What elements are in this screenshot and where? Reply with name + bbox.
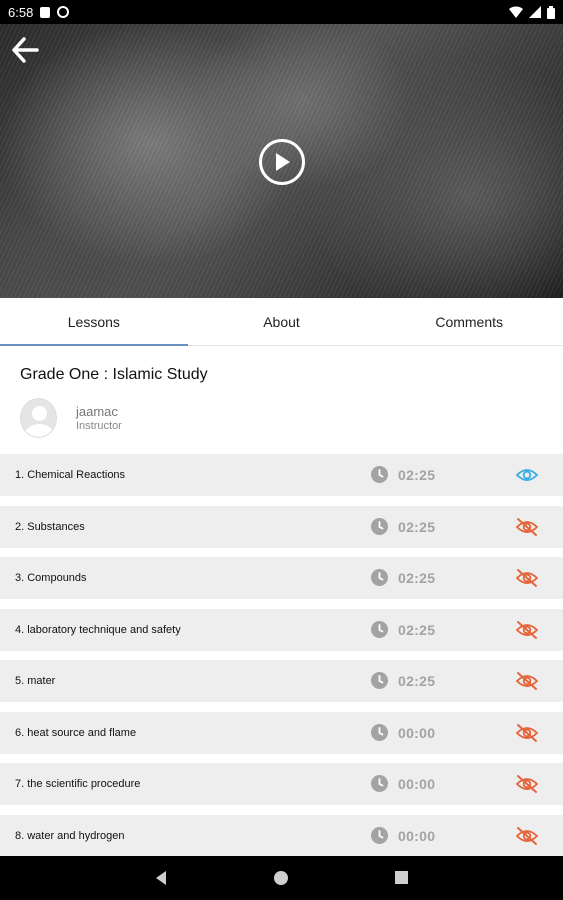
- lesson-row[interactable]: 2. Substances 02:25: [0, 505, 563, 548]
- lesson-title: 7. the scientific procedure: [15, 778, 141, 790]
- tab-about[interactable]: About: [188, 298, 376, 345]
- play-button[interactable]: [259, 139, 305, 185]
- lesson-row[interactable]: 8. water and hydrogen 00:00: [0, 814, 563, 857]
- lesson-duration: 02:25: [398, 467, 436, 483]
- tab-about-label: About: [263, 313, 300, 330]
- lesson-row[interactable]: 4. laboratory technique and safety 02:25: [0, 608, 563, 651]
- instructor-role: Instructor: [76, 420, 122, 432]
- tab-lessons[interactable]: Lessons: [0, 298, 188, 346]
- lesson-duration: 00:00: [398, 776, 436, 792]
- lesson-row[interactable]: 5. mater 02:25: [0, 660, 563, 702]
- lesson-duration: 00:00: [398, 827, 436, 844]
- avatar: [20, 398, 57, 438]
- arrow-left-icon: [12, 37, 39, 63]
- play-circle-icon: [276, 153, 290, 171]
- lesson-title: 6. heat source and flame: [15, 726, 137, 739]
- lesson-duration: 02:25: [398, 518, 436, 535]
- instructor-info[interactable]: jaamac Instructor: [20, 398, 122, 438]
- lesson-duration: 00:00: [398, 724, 436, 741]
- wifi-icon: [509, 6, 523, 18]
- back-button[interactable]: [10, 36, 44, 66]
- lesson-title: 5. mater: [15, 675, 56, 687]
- lesson-list: 1. Chemical Reactions 02:25 2. Substances 0…: [0, 454, 563, 866]
- signal-icon: [529, 6, 541, 18]
- tab-lessons-label: Lessons: [67, 313, 120, 330]
- lesson-duration: 02:25: [398, 673, 436, 689]
- lesson-duration: 02:25: [398, 570, 436, 586]
- lesson-title: 8. water and hydrogen: [15, 829, 125, 842]
- nav-back-icon[interactable]: [153, 870, 169, 886]
- tab-comments[interactable]: Comments: [375, 298, 563, 345]
- tab-comments-label: Comments: [435, 313, 504, 330]
- sync-icon: [57, 6, 70, 18]
- status-bar: 6:58: [0, 0, 563, 24]
- nav-recents-icon[interactable]: [395, 871, 408, 884]
- lesson-duration: 02:25: [398, 621, 436, 638]
- nav-home-icon[interactable]: [274, 871, 288, 885]
- status-time: 6:58: [8, 4, 34, 20]
- tab-bar: Lessons About Comments: [0, 298, 563, 346]
- instructor-name: jaamac: [76, 404, 118, 419]
- lesson-title: 3. Compounds: [15, 572, 87, 584]
- lesson-title: 1. Chemical Reactions: [15, 469, 126, 481]
- lesson-row[interactable]: 3. Compounds 02:25: [0, 557, 563, 599]
- video-thumbnail[interactable]: [0, 24, 563, 298]
- lesson-row[interactable]: 7. the scientific procedure 00:00: [0, 763, 563, 805]
- lesson-title: 4. laboratory technique and safety: [15, 623, 181, 636]
- notification-icon: [40, 6, 51, 18]
- battery-icon: [547, 5, 555, 19]
- lesson-row[interactable]: 6. heat source and flame 00:00: [0, 711, 563, 754]
- navigation-bar: [0, 856, 563, 900]
- course-title: Grade One : Islamic Study: [20, 366, 208, 383]
- lesson-title: 2. Substances: [15, 520, 85, 533]
- lesson-row[interactable]: 1. Chemical Reactions 02:25: [0, 454, 563, 496]
